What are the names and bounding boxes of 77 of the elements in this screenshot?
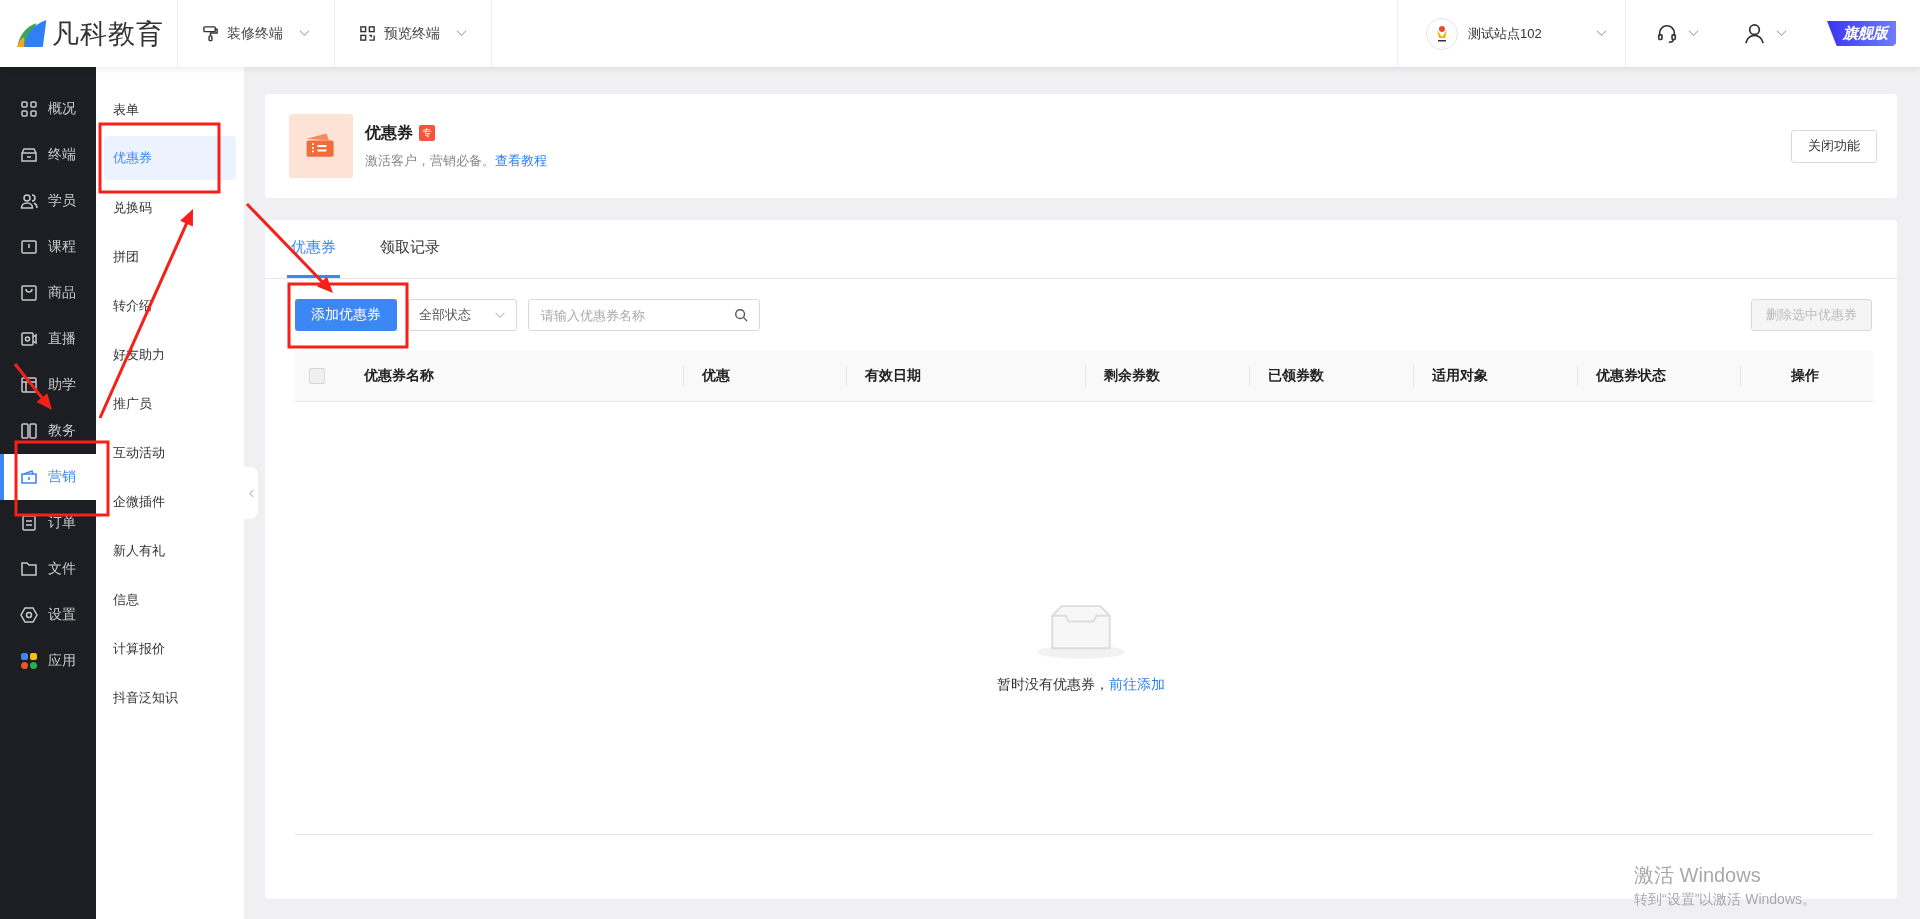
search-field[interactable]: 请输入优惠券名称 (528, 299, 760, 331)
coupon-icon (289, 114, 353, 178)
wallet-icon (20, 468, 38, 486)
headset-icon (1656, 22, 1678, 45)
sidebar-item[interactable]: 助学 (0, 362, 96, 408)
sidebar-item[interactable]: 课程 (0, 224, 96, 270)
chevron-down-icon (456, 30, 467, 37)
sidebar-item[interactable]: 设置 (0, 592, 96, 638)
sidebar-item[interactable]: 文件 (0, 546, 96, 592)
chevron-down-icon (1688, 30, 1699, 37)
feature-title: 优惠券 (365, 122, 413, 143)
grid-icon (20, 100, 38, 118)
empty-inbox-icon (1035, 602, 1127, 660)
apps-icon (20, 652, 38, 670)
column-header: 优惠券状态 (1596, 367, 1666, 385)
sub-nav-item[interactable]: 兑换码 (104, 183, 236, 232)
users-icon (20, 192, 38, 210)
column-header: 已领券数 (1268, 367, 1324, 385)
tutorial-link[interactable]: 查看教程 (495, 152, 547, 168)
feature-description: 激活客户，营销必备。查看教程 (365, 151, 548, 170)
settings-icon (20, 606, 38, 624)
search-icon (734, 308, 748, 322)
select-all-checkbox[interactable] (309, 368, 325, 384)
column-header: 有效日期 (865, 367, 921, 385)
sidebar-item[interactable]: 学员 (0, 178, 96, 224)
bag-icon (20, 284, 38, 302)
folder-icon (20, 560, 38, 578)
store-icon (20, 146, 38, 164)
chevron-down-icon (1776, 30, 1787, 37)
sidebar-item[interactable]: 概况 (0, 86, 96, 132)
tab[interactable]: 领取记录 (376, 220, 444, 278)
sub-nav-item[interactable]: 拼团 (104, 232, 236, 281)
sidebar-item[interactable]: 教务 (0, 408, 96, 454)
chevron-down-icon (299, 30, 310, 37)
disable-feature-button[interactable]: 关闭功能 (1791, 129, 1877, 163)
column-header: 优惠 (702, 367, 730, 385)
video-camera-icon (20, 330, 38, 348)
sidebar-item[interactable]: 商品 (0, 270, 96, 316)
pro-badge: 专 (419, 125, 435, 141)
sub-nav-item[interactable]: 表单 (104, 85, 236, 134)
site-selector[interactable]: 测试站点102 (1397, 0, 1626, 67)
edition-badge: 旗舰版 (1827, 21, 1896, 46)
sub-nav-item[interactable]: 互动活动 (104, 428, 236, 477)
sub-nav-item[interactable]: 抖音泛知识 (104, 673, 236, 722)
column-header: 剩余券数 (1104, 367, 1160, 385)
add-link[interactable]: 前往添加 (1109, 676, 1165, 692)
sub-nav-item[interactable]: 计算报价 (104, 624, 236, 673)
sub-nav-item[interactable]: 信息 (104, 575, 236, 624)
chevron-down-icon (494, 311, 506, 319)
sidebar-item[interactable]: 应用 (0, 638, 96, 684)
sidebar-item[interactable]: 终端 (0, 132, 96, 178)
collapse-handle[interactable] (244, 467, 258, 519)
sidebar-item[interactable]: 订单 (0, 500, 96, 546)
column-header: 优惠券名称 (364, 367, 434, 385)
sidebar-item[interactable]: 直播 (0, 316, 96, 362)
clipboard-icon (20, 514, 38, 532)
chevron-down-icon (1596, 30, 1607, 37)
chevron-left-icon (248, 488, 254, 498)
top-nav-item[interactable]: 预览终端 (335, 0, 492, 67)
sub-nav-item[interactable]: 新人有礼 (104, 526, 236, 575)
empty-message: 暂时没有优惠券，前往添加 (997, 676, 1165, 694)
user-icon (1743, 22, 1766, 45)
columns-icon (20, 422, 38, 440)
site-avatar-icon (1426, 17, 1458, 50)
brand-name: 凡科教育 (52, 17, 164, 51)
qr-code-icon (359, 25, 376, 42)
book-icon (20, 238, 38, 256)
status-select[interactable]: 全部状态 (408, 299, 517, 331)
activation-watermark-title: 激活 Windows (1634, 863, 1762, 888)
sub-nav-item[interactable]: 企微插件 (104, 477, 236, 526)
sub-nav-item[interactable]: 推广员 (104, 379, 236, 428)
notebook-icon (20, 376, 38, 394)
add-coupon-button[interactable]: 添加优惠券 (295, 299, 397, 331)
column-header: 适用对象 (1432, 367, 1488, 385)
paint-roller-icon (202, 25, 219, 42)
column-header: 操作 (1791, 367, 1819, 385)
activation-watermark-hint: 转到“设置”以激活 Windows。 (1634, 891, 1816, 909)
